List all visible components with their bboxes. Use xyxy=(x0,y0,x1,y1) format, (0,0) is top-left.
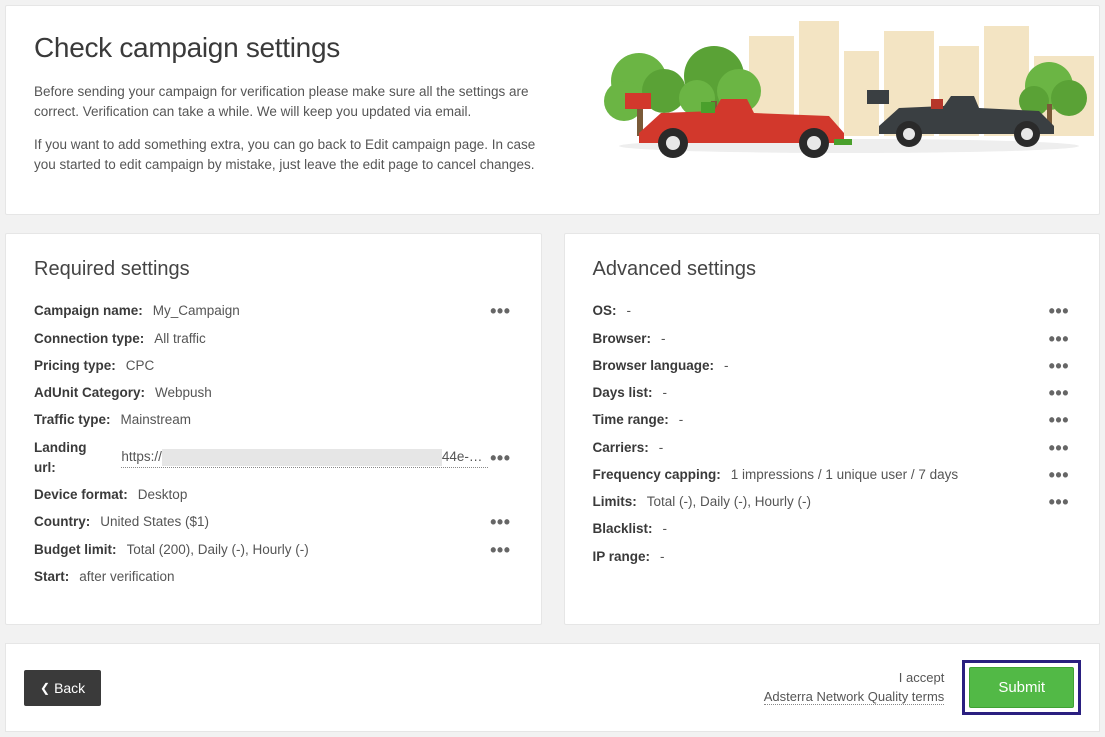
value-device-format: Desktop xyxy=(138,485,188,505)
label-os: OS: xyxy=(593,301,617,321)
footer-right: I accept Adsterra Network Quality terms … xyxy=(764,660,1081,715)
label-landing-url: Landing url: xyxy=(34,438,111,479)
advanced-settings-title: Advanced settings xyxy=(593,258,1072,281)
label-browser: Browser: xyxy=(593,329,652,349)
row-landing-url: Landing url: https:// 44e-8b9 ••• xyxy=(34,438,513,479)
label-budget-limit: Budget limit: xyxy=(34,540,117,560)
row-traffic-type: Traffic type: Mainstream xyxy=(34,410,513,430)
label-device-format: Device format: xyxy=(34,485,128,505)
row-device-format: Device format: Desktop xyxy=(34,485,513,505)
value-blacklist: - xyxy=(663,519,668,539)
header-left: Check campaign settings Before sending y… xyxy=(34,32,554,188)
racing-cars-illustration xyxy=(579,6,1099,166)
submit-highlight: Submit xyxy=(962,660,1081,715)
header-illustration xyxy=(579,6,1099,166)
accept-text: I accept xyxy=(764,669,945,687)
value-country: United States ($1) xyxy=(100,512,209,532)
label-blacklist: Blacklist: xyxy=(593,519,653,539)
label-frequency-capping: Frequency capping: xyxy=(593,465,721,485)
label-browser-language: Browser language: xyxy=(593,356,715,376)
value-budget-limit: Total (200), Daily (-), Hourly (-) xyxy=(127,540,309,560)
label-time-range: Time range: xyxy=(593,410,669,430)
header-para-1: Before sending your campaign for verific… xyxy=(34,82,554,121)
edit-days-list[interactable]: ••• xyxy=(1047,384,1071,402)
submit-button[interactable]: Submit xyxy=(969,667,1074,708)
row-start: Start: after verification xyxy=(34,567,513,587)
row-browser: Browser: - ••• xyxy=(593,329,1072,349)
value-browser: - xyxy=(661,329,666,349)
edit-carriers[interactable]: ••• xyxy=(1047,439,1071,457)
value-days-list: - xyxy=(663,383,668,403)
label-limits: Limits: xyxy=(593,492,637,512)
advanced-settings-panel: Advanced settings OS: - ••• Browser: - •… xyxy=(564,233,1101,625)
value-campaign-name: My_Campaign xyxy=(153,301,240,321)
edit-os[interactable]: ••• xyxy=(1047,302,1071,320)
required-settings-panel: Required settings Campaign name: My_Camp… xyxy=(5,233,542,625)
edit-frequency-capping[interactable]: ••• xyxy=(1047,466,1071,484)
value-adunit-category: Webpush xyxy=(155,383,212,403)
redacted-url xyxy=(162,449,442,466)
value-connection-type: All traffic xyxy=(154,329,206,349)
value-time-range: - xyxy=(679,410,684,430)
label-traffic-type: Traffic type: xyxy=(34,410,111,430)
edit-browser-language[interactable]: ••• xyxy=(1047,357,1071,375)
label-country: Country: xyxy=(34,512,90,532)
label-connection-type: Connection type: xyxy=(34,329,144,349)
footer-bar: ❮ Back I accept Adsterra Network Quality… xyxy=(5,643,1100,732)
row-ip-range: IP range: - xyxy=(593,547,1072,567)
row-blacklist: Blacklist: - xyxy=(593,519,1072,539)
terms-link[interactable]: Adsterra Network Quality terms xyxy=(764,689,945,705)
edit-limits[interactable]: ••• xyxy=(1047,493,1071,511)
label-ip-range: IP range: xyxy=(593,547,651,567)
label-days-list: Days list: xyxy=(593,383,653,403)
page-title: Check campaign settings xyxy=(34,32,554,64)
row-budget-limit: Budget limit: Total (200), Daily (-), Ho… xyxy=(34,540,513,560)
accept-block: I accept Adsterra Network Quality terms xyxy=(764,669,945,705)
header-card: Check campaign settings Before sending y… xyxy=(5,5,1100,215)
value-ip-range: - xyxy=(660,547,665,567)
row-country: Country: United States ($1) ••• xyxy=(34,512,513,532)
row-browser-language: Browser language: - ••• xyxy=(593,356,1072,376)
row-adunit-category: AdUnit Category: Webpush xyxy=(34,383,513,403)
edit-browser[interactable]: ••• xyxy=(1047,330,1071,348)
row-carriers: Carriers: - ••• xyxy=(593,438,1072,458)
row-days-list: Days list: - ••• xyxy=(593,383,1072,403)
label-adunit-category: AdUnit Category: xyxy=(34,383,145,403)
label-pricing-type: Pricing type: xyxy=(34,356,116,376)
value-carriers: - xyxy=(659,438,664,458)
row-connection-type: Connection type: All traffic xyxy=(34,329,513,349)
value-start: after verification xyxy=(79,567,174,587)
chevron-left-icon: ❮ xyxy=(40,681,50,695)
required-settings-title: Required settings xyxy=(34,258,513,281)
row-frequency-capping: Frequency capping: 1 impressions / 1 uni… xyxy=(593,465,1072,485)
edit-time-range[interactable]: ••• xyxy=(1047,411,1071,429)
row-os: OS: - ••• xyxy=(593,301,1072,321)
value-traffic-type: Mainstream xyxy=(121,410,192,430)
label-carriers: Carriers: xyxy=(593,438,649,458)
label-campaign-name: Campaign name: xyxy=(34,301,143,321)
label-start: Start: xyxy=(34,567,69,587)
value-landing-url: https:// 44e-8b9 xyxy=(121,447,488,468)
edit-campaign-name[interactable]: ••• xyxy=(488,302,512,320)
value-os: - xyxy=(627,301,632,321)
value-frequency-capping: 1 impressions / 1 unique user / 7 days xyxy=(731,465,958,485)
landing-url-prefix: https:// xyxy=(121,449,162,464)
value-browser-language: - xyxy=(724,356,729,376)
value-pricing-type: CPC xyxy=(126,356,155,376)
settings-columns: Required settings Campaign name: My_Camp… xyxy=(5,233,1100,625)
value-limits: Total (-), Daily (-), Hourly (-) xyxy=(647,492,811,512)
header-para-2: If you want to add something extra, you … xyxy=(34,135,554,174)
landing-url-suffix: 44e-8b9 xyxy=(442,449,488,464)
edit-country[interactable]: ••• xyxy=(488,513,512,531)
edit-landing-url[interactable]: ••• xyxy=(488,449,512,467)
row-campaign-name: Campaign name: My_Campaign ••• xyxy=(34,301,513,321)
row-limits: Limits: Total (-), Daily (-), Hourly (-)… xyxy=(593,492,1072,512)
row-pricing-type: Pricing type: CPC xyxy=(34,356,513,376)
edit-budget-limit[interactable]: ••• xyxy=(488,541,512,559)
back-button[interactable]: ❮ Back xyxy=(24,670,101,706)
row-time-range: Time range: - ••• xyxy=(593,410,1072,430)
back-button-label: Back xyxy=(54,680,85,696)
